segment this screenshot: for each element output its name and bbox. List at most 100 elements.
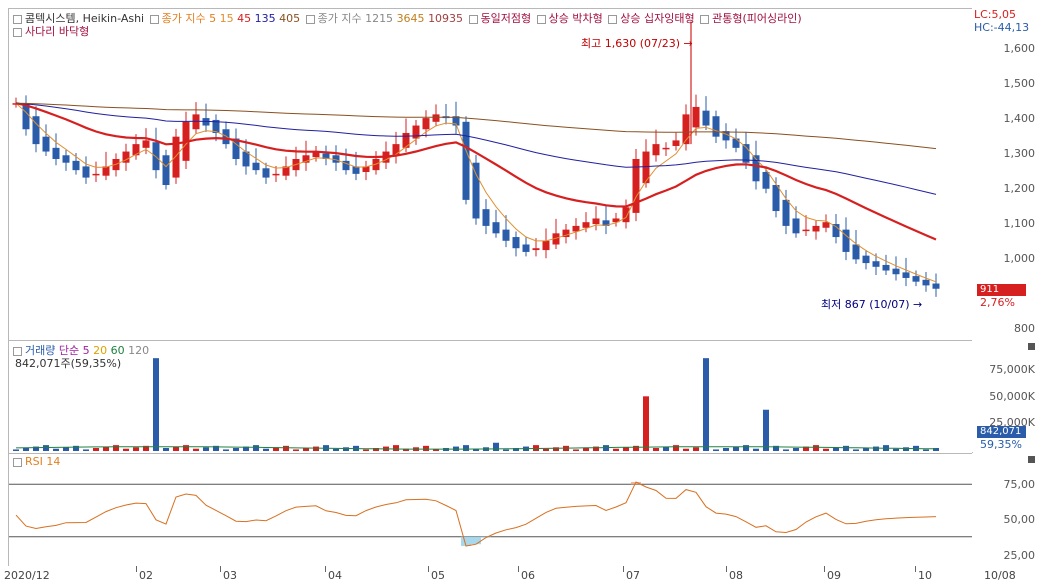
checkbox-icon[interactable] <box>305 14 315 24</box>
vtick-75000: 75,000K <box>989 363 1035 376</box>
volume-bar <box>113 445 119 451</box>
volume-bar <box>693 447 699 451</box>
pattern-4: 관통형(피어싱라인) <box>712 12 802 25</box>
vtick-50000: 50,000K <box>989 390 1035 403</box>
candle-body <box>732 138 740 148</box>
volume-chart[interactable] <box>9 341 972 453</box>
xlabel-10: 10 <box>918 569 932 582</box>
volume-bar <box>703 358 709 451</box>
candle-body <box>802 229 810 232</box>
candle-body <box>922 279 930 286</box>
rsi-pane[interactable]: RSI 14 <box>8 453 973 568</box>
candle-body <box>622 207 630 223</box>
pattern-legend-2: 사다리 바닥형 <box>11 23 89 39</box>
candle-body <box>812 225 820 232</box>
low-annotation: 최저 867 (10/07) → <box>821 296 922 312</box>
checkbox-icon[interactable] <box>608 14 618 24</box>
volume-bar <box>853 449 859 451</box>
high-annotation: 최고 1,630 (07/23) → <box>581 35 693 51</box>
volume-bar <box>313 446 319 451</box>
volume-bar <box>503 449 509 451</box>
volume-current-badge: 842,071 <box>977 426 1026 438</box>
candle-body <box>272 173 280 176</box>
volume-bar <box>463 445 469 451</box>
candle-body <box>52 147 60 159</box>
candle-body <box>82 166 90 178</box>
ma-period-15: 15 <box>219 12 234 25</box>
lc-value: LC:5,05 <box>974 8 1017 21</box>
candle-body <box>392 144 400 156</box>
volume-bar <box>743 445 749 451</box>
high-label: 최고 1,630 (07/23) <box>581 37 681 50</box>
volume-bar <box>133 447 139 451</box>
volume-bar <box>823 448 829 451</box>
candle-body <box>582 222 590 228</box>
change-pct: 2,76% <box>980 296 1015 309</box>
ytick-1500: 1,500 <box>1003 77 1036 90</box>
candle-body <box>892 268 900 275</box>
volume-bar <box>733 446 739 451</box>
price-chart[interactable] <box>9 9 972 340</box>
checkbox-icon[interactable] <box>13 27 22 37</box>
volume-pane[interactable]: 거래량 단순 5 20 60 120 842,071주(59,35%) <box>8 340 973 454</box>
pane-close-icon[interactable] <box>1028 456 1035 463</box>
volume-bar <box>873 446 879 451</box>
xlabel-09: 09 <box>827 569 841 582</box>
volume-bar <box>283 445 289 451</box>
volume-bar <box>253 445 259 451</box>
checkbox-icon[interactable] <box>468 14 478 24</box>
candle-body <box>42 136 50 152</box>
candle-body <box>792 218 800 234</box>
pane-close-icon[interactable] <box>1028 343 1035 350</box>
volume-bar <box>493 442 499 451</box>
hc-value: HC:-44,13 <box>974 21 1030 34</box>
volume-bar <box>683 448 689 451</box>
candle-body <box>692 106 700 128</box>
candle-body <box>512 237 520 249</box>
ytick-1600: 1,600 <box>1003 42 1036 55</box>
xlabel-05: 05 <box>431 569 445 582</box>
volume-bar <box>333 448 339 451</box>
price-axis: LC:5,05 HC:-44,13 1,600 1,500 1,400 1,30… <box>972 8 1045 340</box>
rsi-chart[interactable] <box>9 454 972 567</box>
candle-body <box>412 125 420 139</box>
volume-bar <box>783 449 789 451</box>
pattern-5: 사다리 바닥형 <box>25 25 90 38</box>
ma-period-45: 45 <box>237 12 252 25</box>
checkbox-icon[interactable] <box>700 14 710 24</box>
ytick-1200: 1,200 <box>1003 182 1036 195</box>
volume-bar <box>903 447 909 451</box>
checkbox-icon[interactable] <box>13 457 22 467</box>
ytick-1100: 1,100 <box>1003 217 1036 230</box>
ytick-1300: 1,300 <box>1003 147 1036 160</box>
pattern-2: 상승 박차형 <box>548 12 603 25</box>
month-tick <box>623 566 624 572</box>
candle-body <box>222 129 230 145</box>
volume-bar <box>153 358 159 451</box>
month-tick <box>518 566 519 572</box>
rsi-title: RSI 14 <box>25 455 61 468</box>
candle-body <box>712 116 720 137</box>
xlabel-08: 08 <box>729 569 743 582</box>
candle-body <box>782 199 790 226</box>
volume-bar <box>423 445 429 451</box>
rsi-legend: RSI 14 <box>11 455 60 468</box>
rtick-50: 50,00 <box>1003 513 1036 526</box>
volume-bar <box>173 446 179 451</box>
ma2-period-10935: 10935 <box>428 12 464 25</box>
candle-body <box>882 264 890 271</box>
month-tick <box>428 566 429 572</box>
volume-bar <box>183 445 189 451</box>
price-pane[interactable]: 콤텍시스템, Heikin-Ashi 종가 지수 5 15 45 135 405… <box>8 8 973 341</box>
ytick-1000: 1,000 <box>1003 252 1036 265</box>
candle-body <box>522 244 530 252</box>
xlabel-04: 04 <box>328 569 342 582</box>
ma-label: 종가 지수 5 <box>161 12 217 25</box>
volume-bar <box>23 448 29 451</box>
checkbox-icon[interactable] <box>149 14 159 24</box>
checkbox-icon[interactable] <box>536 14 546 24</box>
xlabel-07: 07 <box>626 569 640 582</box>
rsi-oversold-fill <box>471 536 481 545</box>
volume-bar <box>893 448 899 451</box>
candle-body <box>432 114 440 122</box>
